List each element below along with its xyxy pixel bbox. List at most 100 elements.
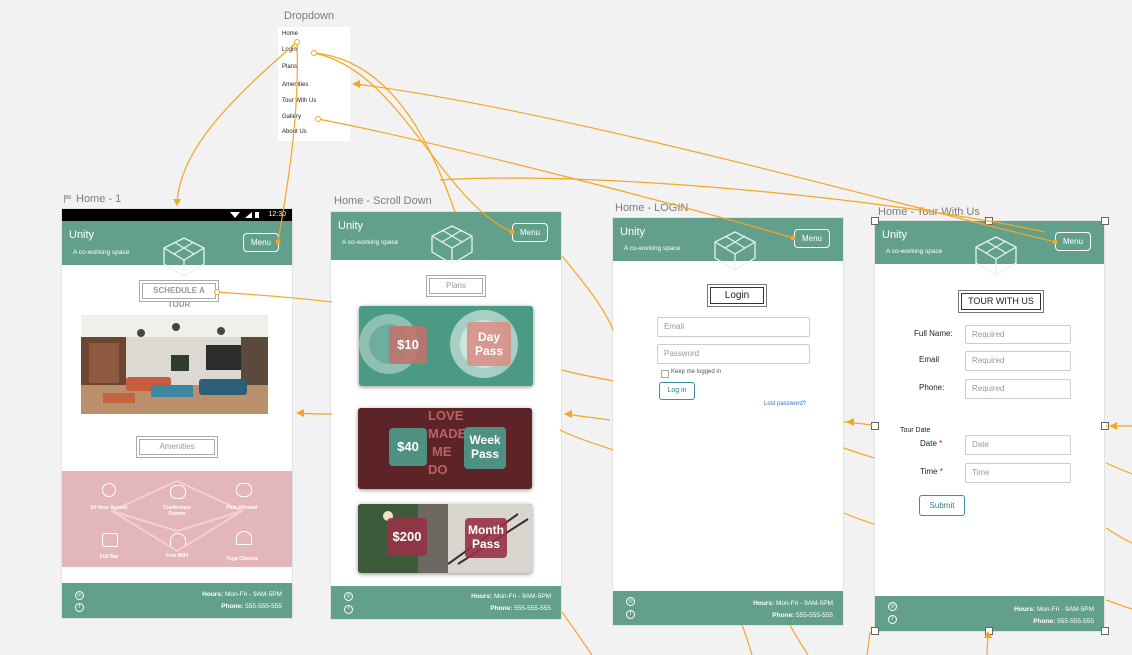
dropdown-item-plans[interactable]: Plans (282, 64, 297, 70)
footer: ◎ f Hours: Mon-Fri - 9AM-5PM Phone: 555-… (62, 583, 292, 618)
artboard-home: 12:30 Unity A co-working space Menu SCHE… (62, 209, 292, 618)
plan-price: $200 (387, 518, 427, 556)
resize-handle[interactable] (1101, 627, 1109, 635)
tagline: A co-working space (342, 239, 399, 246)
plan-price: $40 (389, 428, 427, 466)
svg-text:DO: DO (428, 462, 448, 477)
svg-text:ME: ME (432, 444, 452, 459)
dropdown-item-login[interactable]: Login (282, 47, 297, 53)
wifi-icon (170, 533, 186, 546)
plan-card-day[interactable]: $10 Day Pass (359, 306, 533, 386)
login-button[interactable]: Log in (659, 382, 695, 400)
plan-name: Day Pass (467, 322, 511, 366)
plan-name: Week Pass (464, 427, 506, 469)
cup-icon (102, 533, 118, 547)
amenity-wifi: Free WiFi (165, 553, 189, 559)
menu-button[interactable]: Menu (1055, 232, 1091, 251)
footer-info: Hours: Mon-Fri - 9AM-5PM Phone: 555-555-… (753, 600, 833, 619)
dropdown-menu: Home Login Plans Amenities Tour With Us … (278, 27, 350, 141)
amenities-button[interactable]: Amenities (136, 436, 218, 458)
dropdown-item-tour[interactable]: Tour With Us (282, 98, 316, 104)
footer-info: Hours: Mon-Fri - 9AM-5PM Phone: 555-555-… (202, 591, 282, 610)
resize-handle[interactable] (1101, 422, 1109, 430)
plan-card-month[interactable]: $200 Month Pass (358, 504, 532, 573)
tagline: A co-working space (886, 248, 943, 255)
instagram-icon[interactable]: ◎ (626, 597, 635, 606)
plan-card-week[interactable]: LOVE MADE ME DO $40 Week Pass (358, 408, 532, 489)
full-name-label: Full Name: (914, 329, 953, 338)
email-label: Email (919, 355, 940, 364)
status-time: 12:30 (268, 211, 286, 218)
paw-icon (236, 483, 252, 497)
clock-icon (102, 483, 116, 497)
amenity-yoga: Yoga Classes (225, 556, 259, 562)
footer-info: Hours: Mon-Fri - 9AM-5PM Phone: 555-555-… (471, 593, 551, 612)
svg-text:MADE: MADE (428, 426, 467, 441)
resize-handle[interactable] (871, 422, 879, 430)
remember-checkbox[interactable] (661, 370, 669, 378)
schedule-tour-button[interactable]: SCHEDULE A TOUR (139, 280, 219, 309)
resize-handle[interactable] (985, 627, 993, 635)
menu-button[interactable]: Menu (243, 233, 279, 252)
facebook-icon[interactable]: f (888, 615, 897, 624)
resize-handle[interactable] (871, 217, 879, 225)
instagram-icon[interactable]: ◎ (344, 592, 353, 601)
date-field[interactable]: Date (965, 435, 1071, 455)
artboard-label-home: Home - 1 (64, 193, 121, 205)
footer-info: Hours: Mon-Fri - 9AM-5PM Phone: 555-555-… (1014, 606, 1094, 625)
artboard-label-scroll: Home - Scroll Down (334, 195, 432, 207)
footer: ◎ f Hours: Mon-Fri - 9AM-5PM Phone: 555-… (331, 586, 561, 619)
time-label: Time * (920, 467, 943, 476)
plans-button[interactable]: Plans (426, 275, 486, 297)
artboard-login: Unity A co-working space Menu Login Emai… (613, 218, 843, 625)
menu-button[interactable]: Menu (794, 229, 830, 248)
tour-title: TOUR WITH US (958, 290, 1044, 313)
brand-name: Unity (69, 229, 95, 241)
menu-button[interactable]: Menu (512, 223, 548, 242)
email-field[interactable]: Email (657, 317, 810, 337)
resize-handle[interactable] (871, 627, 879, 635)
phone-field[interactable]: Required (965, 379, 1071, 399)
logo-icon (975, 236, 1017, 276)
yoga-icon (236, 531, 252, 545)
phone-label: Phone: (919, 383, 945, 392)
battery-icon (255, 212, 259, 218)
facebook-icon[interactable]: f (344, 605, 353, 614)
time-field[interactable]: Time (965, 463, 1071, 483)
brand-name: Unity (338, 220, 364, 232)
brand-name: Unity (620, 226, 646, 238)
remember-label: Keep me logged in (671, 369, 722, 375)
header: Unity A co-working space Menu (62, 221, 292, 277)
tagline: A co-working space (624, 245, 681, 252)
instagram-icon[interactable]: ◎ (888, 602, 897, 611)
dropdown-item-home[interactable]: Home (282, 31, 298, 37)
people-icon (170, 485, 186, 499)
password-field[interactable]: Password (657, 344, 810, 364)
header: Unity A co-working space Menu (331, 212, 561, 265)
footer: ◎ f Hours: Mon-Fri - 9AM-5PM Phone: 555-… (613, 591, 843, 625)
resize-handle[interactable] (985, 217, 993, 225)
wifi-icon (230, 212, 240, 218)
login-title: Login (707, 284, 767, 307)
plan-name: Month Pass (465, 518, 507, 558)
plan-price: $10 (389, 326, 427, 364)
submit-button[interactable]: Submit (919, 495, 965, 516)
lost-password-link[interactable]: Lost password? (764, 401, 806, 407)
facebook-icon[interactable]: f (75, 603, 84, 612)
artboard-scroll: Unity A co-working space Menu Plans $10 … (331, 212, 561, 619)
instagram-icon[interactable]: ◎ (75, 591, 84, 600)
dropdown-item-gallery[interactable]: Gallery (282, 114, 301, 120)
resize-handle[interactable] (1101, 217, 1109, 225)
dropdown-item-about[interactable]: About Us (282, 129, 307, 135)
full-name-field[interactable]: Required (965, 325, 1071, 344)
tagline: A co-working space (73, 249, 130, 256)
dropdown-item-amenities[interactable]: Amenities (282, 82, 308, 88)
facebook-icon[interactable]: f (626, 610, 635, 619)
amenity-conference: Conference Rooms (163, 505, 191, 517)
date-label: Date * (920, 439, 943, 448)
email-field[interactable]: Required (965, 351, 1071, 371)
artboard-label-tour: Home - Tour With Us (878, 206, 980, 218)
brand-name: Unity (882, 229, 908, 241)
logo-icon (714, 231, 756, 271)
signal-icon (245, 212, 252, 218)
